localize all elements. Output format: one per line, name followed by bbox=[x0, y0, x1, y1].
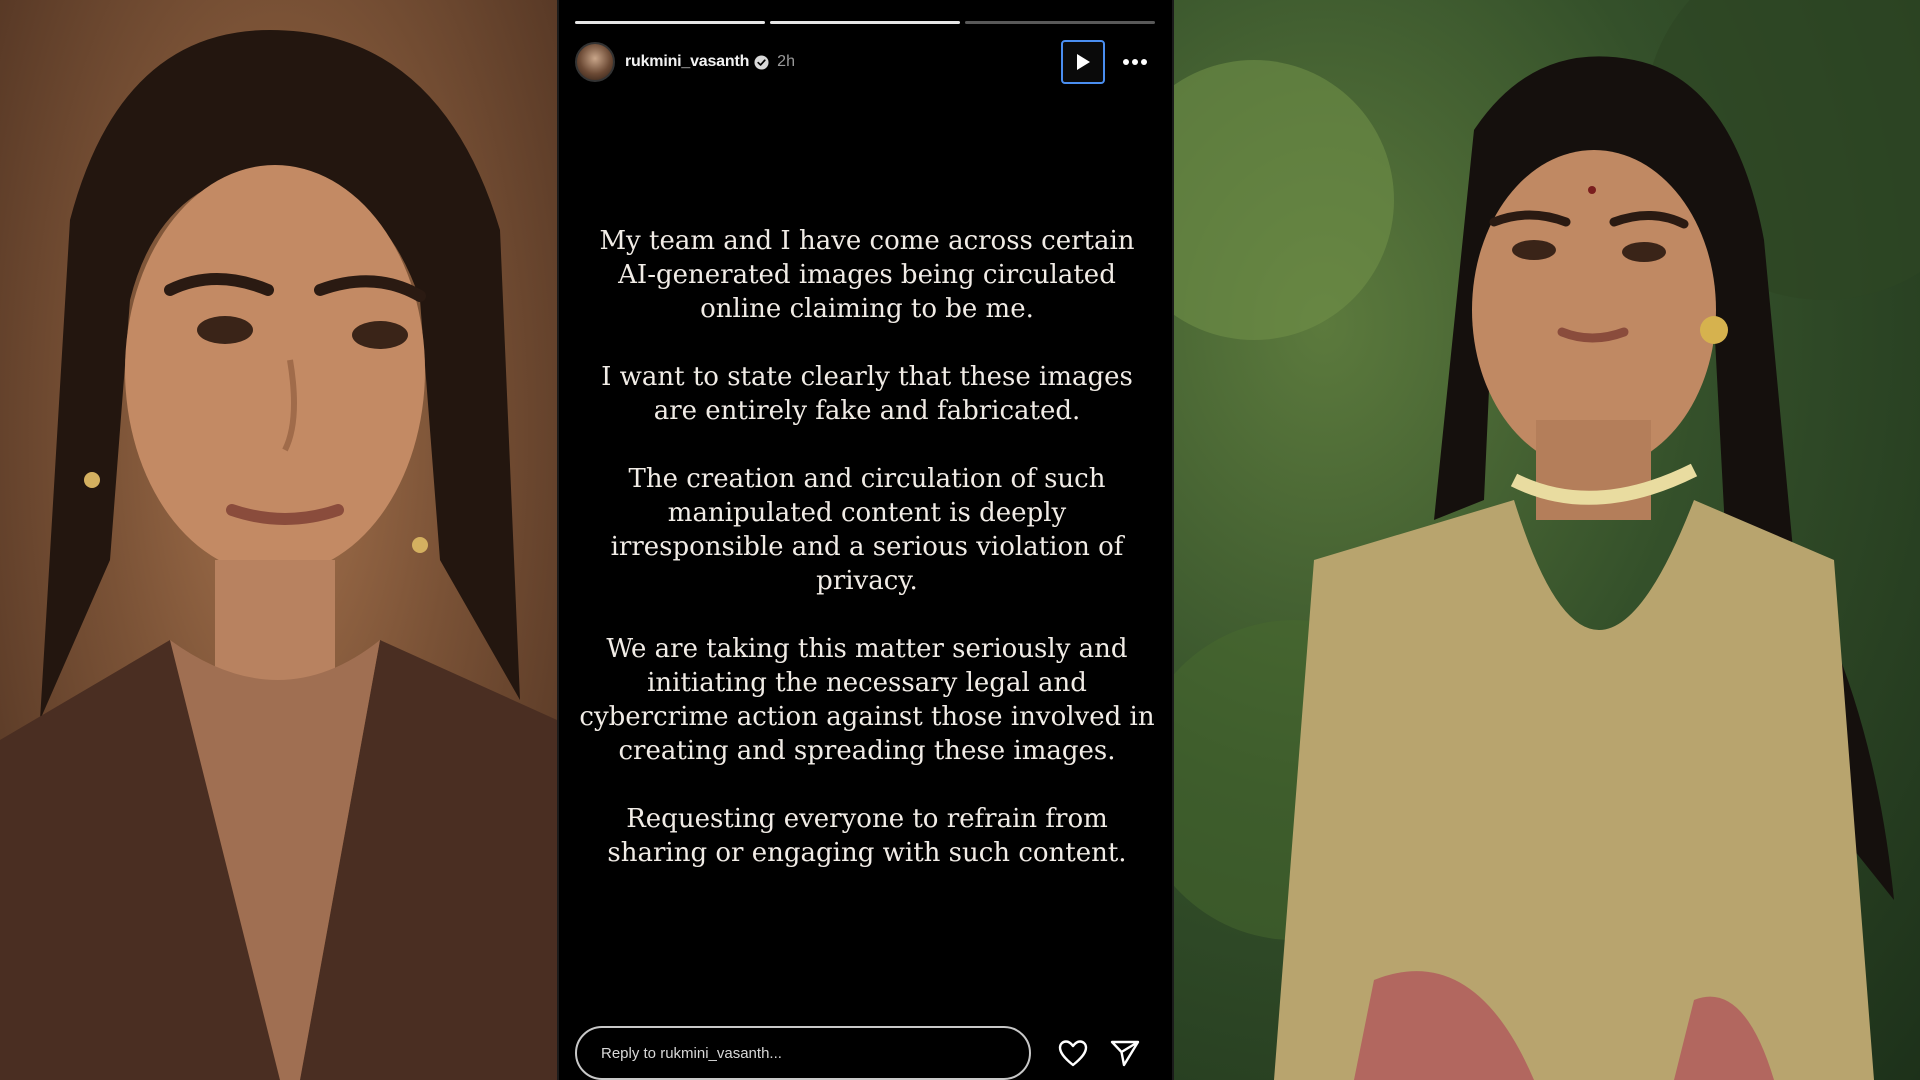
send-icon bbox=[1110, 1040, 1140, 1067]
story-viewer: rukmini_vasanth 2h My team and I have co… bbox=[557, 0, 1174, 1080]
story-paragraph: We are taking this matter seriously and … bbox=[579, 634, 1155, 766]
play-button[interactable] bbox=[1061, 40, 1105, 84]
progress-fill bbox=[575, 21, 765, 24]
heart-icon bbox=[1058, 1040, 1088, 1067]
progress-segment bbox=[770, 21, 960, 24]
story-progress-bar bbox=[575, 21, 1155, 25]
progress-segment bbox=[575, 21, 765, 24]
story-paragraph: Requesting everyone to refrain from shar… bbox=[607, 804, 1127, 868]
avatar[interactable] bbox=[575, 42, 615, 82]
story-paragraph: I want to state clearly that these image… bbox=[601, 362, 1133, 426]
verified-badge-icon bbox=[754, 54, 769, 70]
right-photo-portrait bbox=[1174, 0, 1920, 1080]
more-options-button[interactable] bbox=[1115, 42, 1155, 82]
reply-bar bbox=[575, 1026, 1155, 1080]
play-icon bbox=[1077, 54, 1090, 70]
story-paragraph: My team and I have come across certain A… bbox=[599, 226, 1135, 324]
progress-segment bbox=[965, 21, 1155, 24]
right-photo bbox=[1174, 0, 1920, 1080]
post-time: 2h bbox=[777, 53, 795, 70]
story-paragraph: The creation and circulation of such man… bbox=[610, 464, 1124, 596]
username[interactable]: rukmini_vasanth bbox=[625, 53, 749, 71]
share-button[interactable] bbox=[1105, 1033, 1145, 1073]
progress-fill bbox=[770, 21, 960, 24]
story-header: rukmini_vasanth 2h bbox=[575, 38, 1155, 86]
story-text: My team and I have come across certain A… bbox=[579, 224, 1155, 904]
left-photo-portrait bbox=[0, 30, 557, 1080]
left-photo bbox=[0, 0, 557, 1080]
reply-input[interactable] bbox=[575, 1026, 1031, 1080]
like-button[interactable] bbox=[1053, 1033, 1093, 1073]
more-dots-icon bbox=[1123, 59, 1147, 65]
